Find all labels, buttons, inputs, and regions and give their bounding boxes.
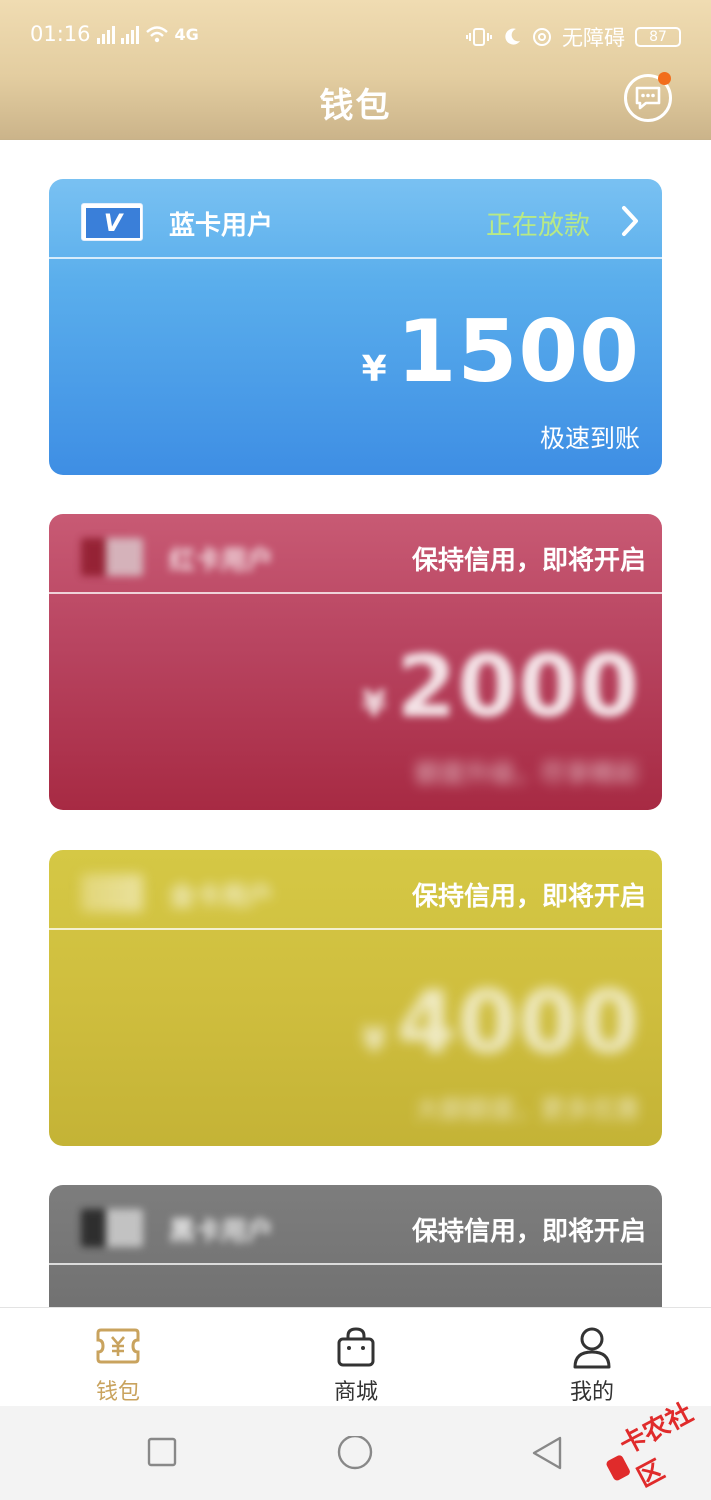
- moon-icon: [502, 27, 522, 47]
- status-right: 无障碍 87: [466, 22, 681, 52]
- notification-dot: [658, 72, 671, 85]
- card-header: 金卡用户 保持信用，即将开启: [49, 850, 662, 930]
- wifi-icon: [145, 24, 169, 44]
- app-header: 01:16 4G 无障碍 87 钱包: [0, 0, 711, 140]
- card-status: 保持信用，即将开启: [411, 882, 646, 912]
- card-name: 黑卡用户: [169, 1217, 274, 1247]
- card-header: V 蓝卡用户 正在放款: [49, 179, 662, 259]
- wallet-icon: [95, 1326, 141, 1370]
- chat-bubble-icon: [635, 86, 661, 110]
- card-status: 保持信用，即将开启: [411, 1217, 646, 1247]
- nav-label: 钱包: [95, 1380, 140, 1405]
- vibrate-icon: [466, 27, 492, 47]
- circle-icon: [337, 1434, 373, 1470]
- card-logo-icon: [81, 874, 143, 912]
- card-logo-icon: V: [81, 203, 143, 241]
- card-amount: ¥ 1500: [362, 309, 640, 395]
- card-name: 红卡用户: [169, 546, 274, 576]
- triangle-back-icon: [532, 1436, 562, 1470]
- nav-item-mall[interactable]: 商城: [286, 1308, 426, 1407]
- card-header: 红卡用户 保持信用，即将开启: [49, 514, 662, 594]
- accessibility-label: 无障碍: [562, 26, 625, 50]
- nav-label: 商城: [333, 1380, 378, 1405]
- signal-icon-2: [120, 24, 139, 44]
- card-subtitle: 额度升级，尽享精彩: [414, 759, 640, 788]
- battery-icon: 87: [635, 27, 681, 47]
- status-time: 01:16: [30, 22, 91, 46]
- accessibility-icon: [532, 27, 552, 47]
- amount-value: 2000: [396, 637, 640, 737]
- card-name: 金卡用户: [169, 882, 274, 912]
- currency-symbol: ¥: [361, 349, 387, 390]
- bottom-nav: 钱包 商城 我的: [0, 1307, 711, 1406]
- card-name: 蓝卡用户: [169, 211, 274, 241]
- nav-item-wallet[interactable]: 钱包: [48, 1308, 188, 1407]
- blue-card[interactable]: V 蓝卡用户 正在放款 ¥ 1500 极速到账: [49, 179, 662, 475]
- amount-value: 4000: [396, 973, 640, 1073]
- chevron-right-icon[interactable]: [620, 205, 640, 241]
- square-icon: [147, 1437, 177, 1467]
- status-bar: 01:16 4G 无障碍 87: [0, 0, 711, 70]
- card-subtitle: 极速到账: [539, 424, 640, 453]
- red-card[interactable]: 红卡用户 保持信用，即将开启 ¥ 2000 额度升级，尽享精彩: [49, 514, 662, 810]
- amount-value: 1500: [396, 302, 640, 402]
- card-logo-icon: [81, 1209, 143, 1247]
- network-type: 4G: [174, 24, 199, 44]
- user-icon: [572, 1326, 612, 1374]
- gold-card[interactable]: 金卡用户 保持信用，即将开启 ¥ 4000 大额额度，更多优惠: [49, 850, 662, 1146]
- card-amount: ¥ 2000: [362, 644, 640, 730]
- status-left: 01:16 4G: [30, 22, 199, 46]
- signal-icon: [96, 24, 115, 44]
- home-button[interactable]: [336, 1434, 374, 1478]
- currency-symbol: ¥: [361, 1020, 387, 1061]
- nav-item-mine[interactable]: 我的: [522, 1308, 662, 1407]
- page-title: 钱包: [319, 86, 392, 126]
- card-header: 黑卡用户 保持信用，即将开启: [49, 1185, 662, 1265]
- currency-symbol: ¥: [361, 684, 387, 725]
- back-button[interactable]: [530, 1436, 564, 1476]
- card-logo-icon: [81, 538, 143, 576]
- shopping-bag-icon: [335, 1326, 377, 1372]
- card-amount: ¥ 4000: [362, 980, 640, 1066]
- recent-apps-button[interactable]: [146, 1436, 178, 1472]
- card-subtitle: 大额额度，更多优惠: [414, 1095, 640, 1124]
- card-status: 正在放款: [485, 211, 590, 241]
- nav-label: 我的: [569, 1380, 614, 1405]
- card-status: 保持信用，即将开启: [411, 546, 646, 576]
